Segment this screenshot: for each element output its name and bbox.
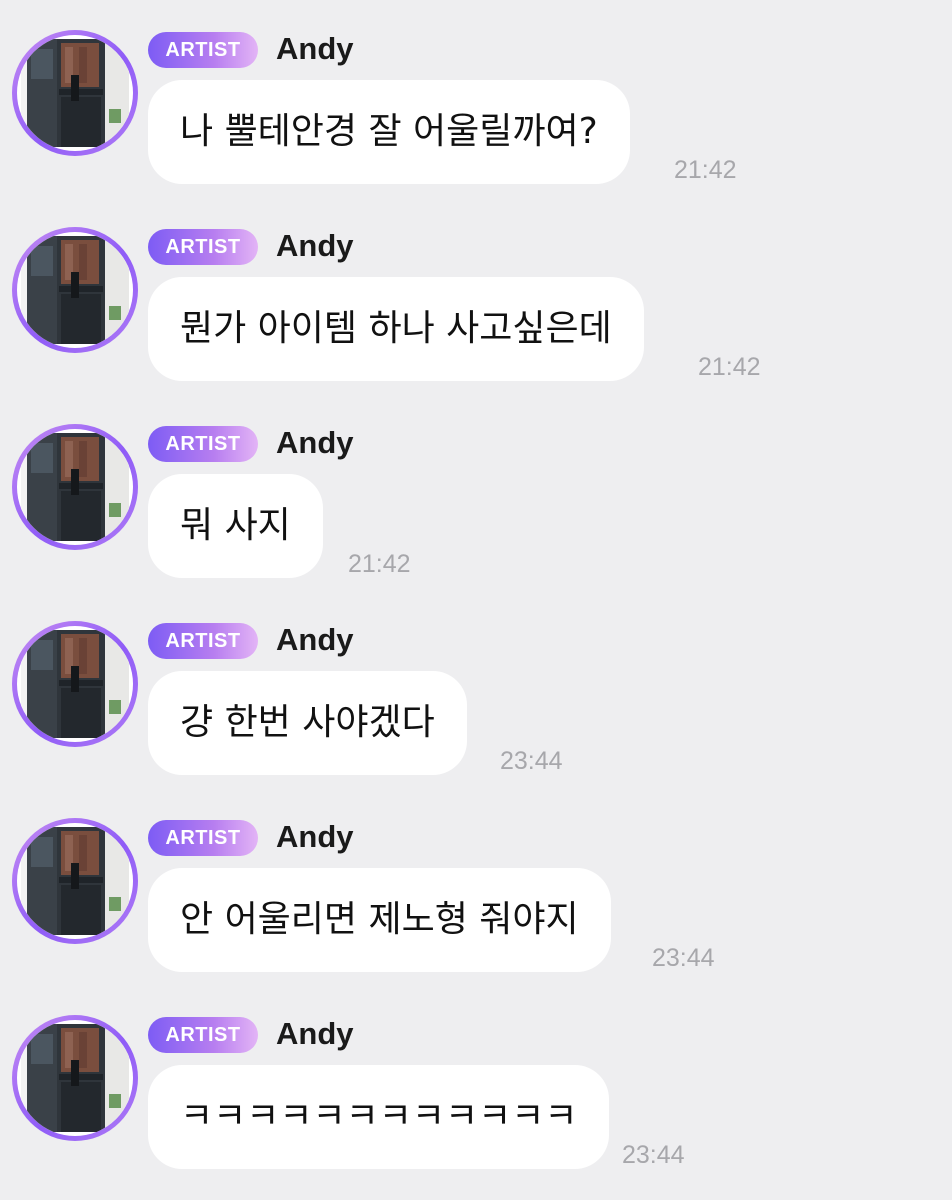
sender-name[interactable]: Andy: [276, 29, 354, 69]
sender-name[interactable]: Andy: [276, 423, 354, 463]
message-bubble[interactable]: 뭔가 아이템 하나 사고싶은데: [148, 277, 644, 381]
message-bubble[interactable]: ㅋㅋㅋㅋㅋㅋㅋㅋㅋㅋㅋㅋ: [148, 1065, 610, 1169]
artist-badge: ARTIST: [148, 426, 258, 462]
message-bubble[interactable]: 걍 한번 사야겠다: [148, 671, 467, 775]
avatar[interactable]: [12, 1015, 138, 1141]
message-timestamp: 23:44: [652, 944, 715, 972]
message-timestamp: 21:42: [698, 353, 761, 381]
profile-photo-icon: [17, 429, 133, 545]
chat-message: ARTIST Andy 뭔가 아이템 하나 사고싶은데 21:42: [0, 197, 952, 394]
avatar[interactable]: [12, 30, 138, 156]
message-bubble[interactable]: 나 뿔테안경 잘 어울릴까여?: [148, 80, 630, 184]
profile-photo-icon: [17, 232, 133, 348]
sender-name[interactable]: Andy: [276, 817, 354, 857]
avatar[interactable]: [12, 424, 138, 550]
profile-photo-icon: [17, 35, 133, 151]
artist-badge: ARTIST: [148, 229, 258, 265]
chat-message: ARTIST Andy 안 어울리면 제노형 줘야지 23:44: [0, 788, 952, 985]
avatar[interactable]: [12, 818, 138, 944]
sender-name[interactable]: Andy: [276, 620, 354, 660]
message-timestamp: 21:42: [348, 550, 411, 578]
message-timestamp: 21:42: [674, 156, 737, 184]
sender-name[interactable]: Andy: [276, 226, 354, 266]
artist-badge: ARTIST: [148, 820, 258, 856]
chat-message: ARTIST Andy 걍 한번 사야겠다 23:44: [0, 591, 952, 788]
chat-message: ARTIST Andy ㅋㅋㅋㅋㅋㅋㅋㅋㅋㅋㅋㅋ 23:44: [0, 985, 952, 1182]
chat-message: ARTIST Andy 뭐 사지 21:42: [0, 394, 952, 591]
sender-name[interactable]: Andy: [276, 1014, 354, 1054]
profile-photo-icon: [17, 823, 133, 939]
artist-badge: ARTIST: [148, 1017, 258, 1053]
avatar[interactable]: [12, 227, 138, 353]
profile-photo-icon: [17, 626, 133, 742]
artist-badge: ARTIST: [148, 32, 258, 68]
message-bubble[interactable]: 안 어울리면 제노형 줘야지: [148, 868, 611, 972]
profile-photo-icon: [17, 1020, 133, 1136]
message-bubble[interactable]: 뭐 사지: [148, 474, 323, 578]
chat-message-list[interactable]: ARTIST Andy 나 뿔테안경 잘 어울릴까여? 21:42 ARTIST…: [0, 0, 952, 1200]
message-timestamp: 23:44: [500, 747, 563, 775]
chat-message: ARTIST Andy 나 뿔테안경 잘 어울릴까여? 21:42: [0, 0, 952, 197]
artist-badge: ARTIST: [148, 623, 258, 659]
message-timestamp: 23:44: [622, 1141, 685, 1169]
avatar[interactable]: [12, 621, 138, 747]
